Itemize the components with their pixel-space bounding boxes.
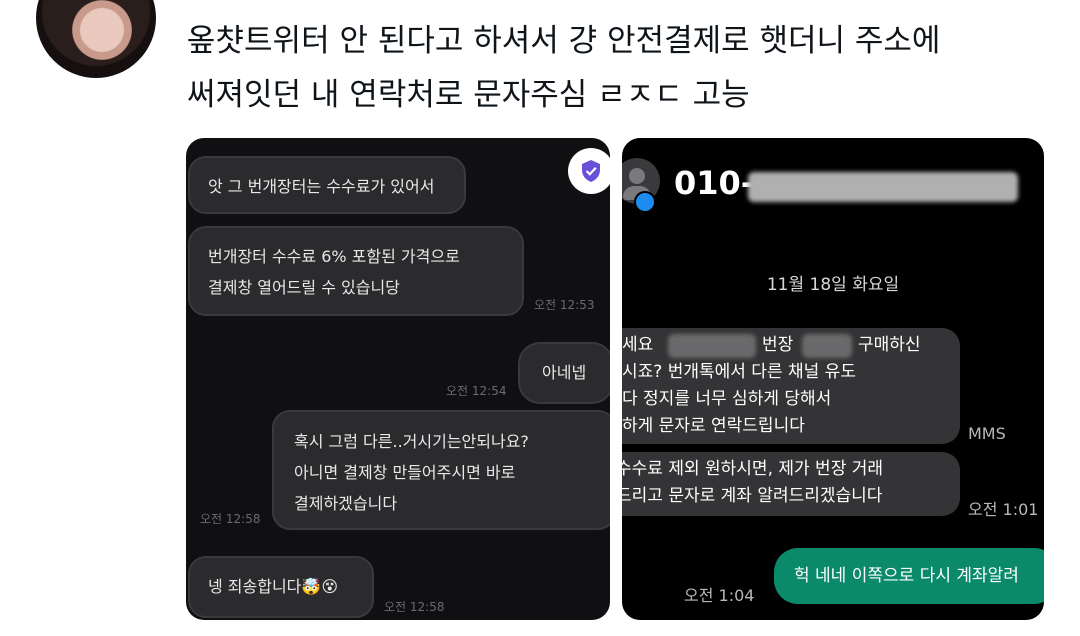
timestamp: 오전 1:01 bbox=[968, 500, 1039, 519]
chat-bubble: 혹시 그럼 다른..거시기는안되나요? 아니면 결제창 만들어주시면 바로 결제… bbox=[272, 410, 610, 530]
online-badge-icon bbox=[634, 191, 656, 213]
message-bubble: 수수료 제외 원하시면, 제가 번장 거래 드리고 문자로 계좌 알려드리겠습니… bbox=[622, 452, 960, 516]
tweet-text: 옾챳트위터 안 된다고 하셔서 걍 안전결제로 햇더니 주소에 써져잇던 내 연… bbox=[187, 14, 1057, 122]
bubble-text: 앗 그 번개장터는 수수료가 있어서 bbox=[208, 177, 435, 196]
tweet-line-2: 써져잇던 내 연락처로 문자주심 ㄹㅈㄷ 고능 bbox=[187, 77, 750, 113]
chat-bubble: 번개장터 수수료 6% 포함된 가격으로 결제창 열어드릴 수 있습니당 bbox=[188, 226, 524, 316]
bubble-line: 결제하겠습니다 bbox=[294, 494, 398, 513]
avatar[interactable] bbox=[36, 0, 156, 78]
shield-check-icon bbox=[568, 148, 610, 194]
bubble-text: 넹 죄송합니다🤯😵 bbox=[208, 577, 339, 596]
bubble-line: 번개장터 수수료 6% 포함된 가격으로 bbox=[208, 247, 460, 266]
chat-screenshot-left[interactable]: 앗 그 번개장터는 수수료가 있어서 번개장터 수수료 6% 포함된 가격으로 … bbox=[186, 138, 610, 620]
message-line: 다 정지를 너무 심하게 당해서 bbox=[622, 389, 832, 409]
message-line: 시죠? 번개톡에서 다른 채널 유도 bbox=[622, 362, 856, 382]
timestamp: 오전 12:58 bbox=[200, 512, 261, 526]
contact-avatar-icon[interactable] bbox=[622, 158, 660, 213]
redacted-text bbox=[668, 334, 756, 358]
message-line: 번장 bbox=[762, 335, 794, 355]
redacted-number bbox=[748, 172, 1018, 202]
message-line: 드리고 문자로 계좌 알려드리겠습니다 bbox=[622, 486, 883, 506]
redacted-text bbox=[802, 334, 852, 358]
chat-bubble: 앗 그 번개장터는 수수료가 있어서 bbox=[188, 156, 466, 214]
bubble-line: 아니면 결제창 만들어주시면 바로 bbox=[294, 463, 516, 482]
message-line: 구매하신 bbox=[858, 335, 921, 355]
bubble-text: 아네넵 bbox=[542, 363, 587, 382]
person-icon bbox=[629, 168, 645, 184]
timestamp: 오전 12:54 bbox=[446, 384, 507, 398]
chat-bubble: 넹 죄송합니다🤯😵 bbox=[188, 556, 374, 618]
sent-message-bubble: 헉 네네 이쪽으로 다시 계좌알려 bbox=[774, 548, 1044, 604]
timestamp: 오전 1:04 bbox=[684, 586, 755, 605]
bubble-line: 결제창 열어드릴 수 있습니당 bbox=[208, 278, 400, 297]
chat-bubble: 아네넵 bbox=[518, 342, 610, 404]
message-type-tag: MMS bbox=[968, 424, 1006, 443]
tweet-line-1: 옾챳트위터 안 된다고 하셔서 걍 안전결제로 햇더니 주소에 bbox=[187, 23, 941, 59]
timestamp: 오전 12:58 bbox=[384, 600, 445, 614]
message-line: 수수료 제외 원하시면, 제가 번장 거래 bbox=[622, 459, 884, 479]
date-separator: 11월 18일 화요일 bbox=[766, 275, 900, 295]
bubble-line: 혹시 그럼 다른..거시기는안되나요? bbox=[294, 432, 529, 451]
timestamp: 오전 12:53 bbox=[534, 298, 595, 312]
message-line: 헉 네네 이쪽으로 다시 계좌알려 bbox=[794, 566, 1019, 586]
message-line: 세요 bbox=[622, 335, 654, 355]
contact-number: 010- bbox=[674, 164, 755, 202]
message-line: 하게 문자로 연락드립니다 bbox=[622, 416, 805, 436]
chat-screenshot-right[interactable]: 010- 11월 18일 화요일 세요 번장 구매하신 시죠? 번개톡에서 다른… bbox=[622, 138, 1044, 620]
